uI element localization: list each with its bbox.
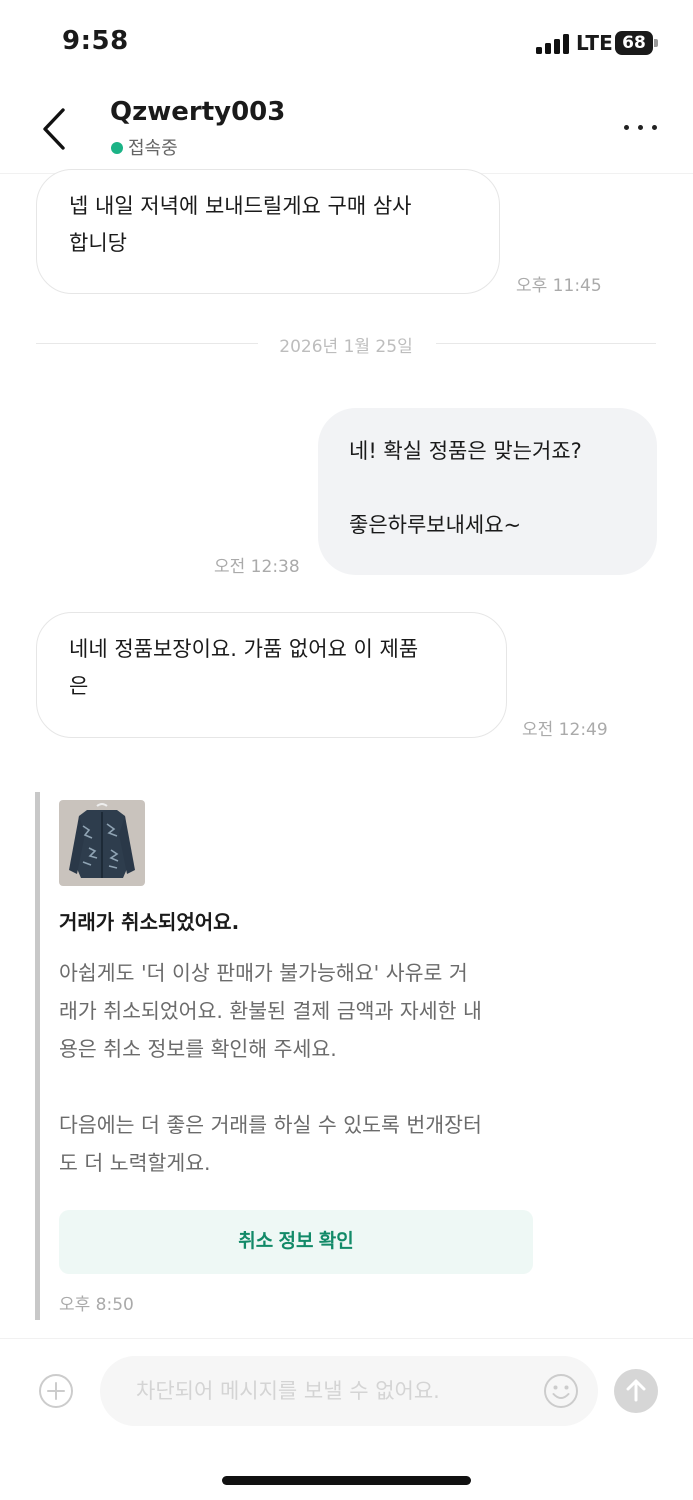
- message-line: 네! 확실 정품은 맞는거죠?: [349, 439, 582, 463]
- arrow-up-icon: [626, 1379, 646, 1402]
- cardigan-image-icon: [59, 800, 145, 886]
- message-time: 오후 8:50: [59, 1295, 134, 1315]
- send-button[interactable]: [614, 1369, 658, 1413]
- status-bar: 9:58 LTE 68: [0, 0, 693, 88]
- network-type: LTE: [576, 31, 613, 55]
- presence-status: 접속중: [111, 134, 178, 160]
- chevron-left-icon[interactable]: [34, 104, 78, 154]
- message-bubble-outgoing[interactable]: 네! 확실 정품은 맞는거죠? 좋은하루보내세요~: [318, 408, 657, 575]
- message-line: [349, 470, 627, 507]
- card-title: 거래가 취소되었어요.: [59, 910, 240, 934]
- home-indicator: [222, 1476, 471, 1485]
- message-bubble-incoming[interactable]: 네네 정품보장이요. 가품 없어요 이 제품 은: [36, 612, 507, 738]
- message-bubble-incoming[interactable]: 넵 내일 저녁에 보내드릴게요 구매 삼사 합니당: [36, 169, 500, 294]
- status-time: 9:58: [62, 26, 129, 56]
- message-time: 오전 12:49: [522, 720, 608, 740]
- more-dots-icon[interactable]: [618, 110, 662, 144]
- battery-level: 68: [615, 31, 653, 55]
- message-input[interactable]: [100, 1356, 598, 1426]
- message-line: 은: [69, 674, 89, 698]
- battery-icon: 68: [615, 31, 659, 55]
- message-time: 오후 11:45: [516, 276, 602, 296]
- card-body: 아쉽게도 '더 이상 판매가 불가능해요' 사유로 거 래가 취소되었어요. 환…: [59, 961, 482, 1175]
- product-thumbnail[interactable]: [59, 800, 145, 886]
- message-line: 좋은하루보내세요~: [349, 513, 522, 537]
- message-time: 오전 12:38: [214, 557, 300, 577]
- chat-header: Qzwerty003 접속중: [0, 88, 693, 174]
- signal-icon: [536, 34, 570, 54]
- transaction-cancelled-card: 거래가 취소되었어요. 아쉽게도 '더 이상 판매가 불가능해요' 사유로 거 …: [35, 792, 555, 1320]
- message-line: 네네 정품보장이요. 가품 없어요 이 제품: [69, 637, 419, 661]
- message-line: 넵 내일 저녁에 보내드릴게요 구매 삼사: [69, 194, 412, 218]
- online-dot-icon: [111, 142, 123, 154]
- presence-label: 접속중: [128, 138, 178, 159]
- cancel-info-button[interactable]: 취소 정보 확인: [59, 1210, 533, 1274]
- plus-circle-icon[interactable]: [38, 1373, 74, 1409]
- peer-name[interactable]: Qzwerty003: [110, 97, 285, 127]
- message-line: 합니당: [69, 231, 127, 255]
- date-label: 2026년 1월 25일: [279, 337, 413, 357]
- smiley-icon[interactable]: [543, 1373, 579, 1409]
- message-input-bar: [0, 1338, 693, 1442]
- date-divider: 2026년 1월 25일: [36, 330, 656, 357]
